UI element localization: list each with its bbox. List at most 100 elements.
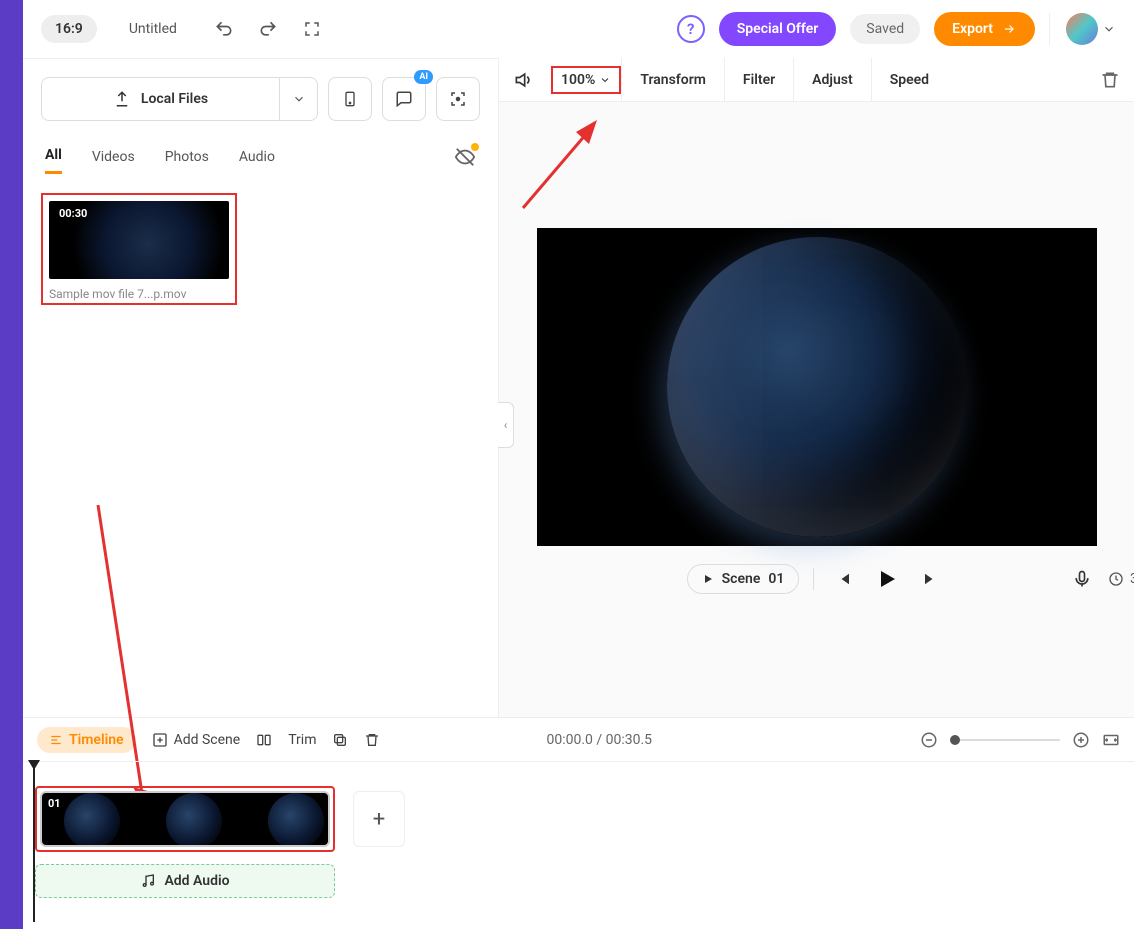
timeline-icon (49, 733, 63, 747)
scene-duration: 30.5s (1108, 571, 1134, 587)
phone-icon (342, 88, 358, 110)
fit-width-button[interactable] (1102, 731, 1120, 749)
avatar (1066, 13, 1098, 45)
tool-speed[interactable]: Speed (871, 58, 947, 102)
plus-circle-icon (1072, 731, 1090, 749)
saved-status: Saved (850, 14, 920, 44)
preview-canvas[interactable] (537, 228, 1097, 546)
local-files-dropdown[interactable] (280, 77, 318, 121)
record-voiceover-button[interactable] (1072, 569, 1092, 589)
timeline-toolbar: Timeline Add Scene Trim 00:00.0 / 00:30.… (23, 717, 1134, 761)
minus-circle-icon (920, 731, 938, 749)
add-scene-tile[interactable]: + (353, 791, 405, 847)
export-button[interactable]: Export (934, 12, 1035, 46)
preview-panel: 100% Transform Filter Adjust Speed ‹ (498, 58, 1134, 717)
upload-icon (113, 90, 131, 108)
scene-frame (268, 793, 324, 847)
zoom-value: 100% (561, 72, 595, 88)
undo-icon[interactable] (209, 14, 239, 44)
timeline-scene-number: 01 (48, 797, 61, 810)
focus-button[interactable] (436, 77, 480, 121)
prev-button[interactable] (828, 564, 858, 594)
trim-button[interactable]: Trim (288, 732, 316, 748)
export-label: Export (952, 21, 993, 37)
scene-selector[interactable]: Scene 01 (687, 564, 800, 594)
tab-all[interactable]: All (45, 139, 62, 174)
collapse-panel-tab[interactable]: ‹ (498, 402, 514, 448)
play-button[interactable] (872, 564, 902, 594)
tab-videos[interactable]: Videos (92, 141, 135, 173)
timeline-scene-highlight: 01 (35, 786, 335, 852)
local-files-button[interactable]: Local Files (41, 77, 280, 121)
duration-value: 30.5s (1130, 571, 1134, 587)
scene-label: Scene (722, 571, 761, 587)
focus-icon (449, 90, 467, 108)
tool-filter[interactable]: Filter (724, 58, 793, 102)
aspect-ratio-pill[interactable]: 16:9 (41, 15, 97, 43)
annotation-arrow-to-zoom (513, 108, 623, 218)
scene-number: 01 (768, 571, 784, 587)
media-clip-thumbnail[interactable]: 00:30 (49, 201, 229, 279)
media-panel: Local Files AI All Videos (23, 58, 498, 717)
local-files-label: Local Files (141, 91, 208, 107)
playhead[interactable] (33, 762, 35, 922)
plus-box-icon (152, 732, 168, 748)
tab-photos[interactable]: Photos (165, 141, 209, 173)
scene-frame (64, 793, 120, 847)
ai-badge: AI (414, 70, 433, 84)
timeline-scene-01[interactable]: 01 (40, 791, 330, 847)
help-icon[interactable]: ? (677, 15, 705, 43)
mic-icon (1072, 569, 1092, 589)
fit-icon (1102, 731, 1120, 749)
trash-icon (364, 732, 380, 748)
top-bar: 16:9 Untitled ? Special Offer Saved Expo… (23, 0, 1134, 58)
timeline-tab[interactable]: Timeline (37, 727, 136, 753)
mobile-preview-button[interactable] (328, 77, 372, 121)
split-icon (256, 732, 272, 748)
chevron-down-icon (1102, 22, 1116, 36)
tool-transform[interactable]: Transform (621, 58, 724, 102)
chat-icon (395, 90, 413, 108)
add-scene-label: Add Scene (174, 732, 241, 748)
account-menu[interactable] (1049, 13, 1116, 45)
music-icon (140, 873, 156, 889)
clip-filename: Sample mov file 7...p.mov (49, 287, 229, 301)
special-offer-button[interactable]: Special Offer (719, 12, 837, 46)
chevron-down-icon (599, 74, 611, 86)
add-audio-label: Add Audio (164, 873, 229, 889)
timeline-timecode: 00:00.0 / 00:30.5 (546, 732, 652, 748)
next-button[interactable] (916, 564, 946, 594)
preview-content (667, 237, 967, 537)
visibility-toggle[interactable] (454, 146, 476, 168)
timeline-track-area: 01 + Add Audio (23, 761, 1134, 929)
comment-button[interactable]: AI (382, 77, 426, 121)
chevron-down-icon (292, 92, 306, 106)
tool-adjust[interactable]: Adjust (793, 58, 871, 102)
zoom-slider[interactable] (950, 739, 1060, 741)
media-tabs: All Videos Photos Audio (23, 139, 498, 175)
zoom-out-button[interactable] (920, 731, 938, 749)
preview-toolbar: 100% Transform Filter Adjust Speed (499, 58, 1134, 102)
delete-button[interactable] (1100, 70, 1120, 90)
copy-icon (332, 732, 348, 748)
add-audio-button[interactable]: Add Audio (35, 864, 335, 898)
trim-label: Trim (288, 732, 316, 748)
delete-scene-button[interactable] (364, 732, 380, 748)
duplicate-button[interactable] (332, 732, 348, 748)
timeline-label: Timeline (69, 732, 124, 748)
volume-icon[interactable] (513, 70, 533, 90)
zoom-dropdown[interactable]: 100% (551, 66, 621, 94)
fullscreen-icon[interactable] (297, 14, 327, 44)
scene-frame (166, 793, 222, 847)
split-button[interactable] (256, 732, 272, 748)
play-icon (875, 567, 899, 591)
play-small-icon (702, 573, 714, 585)
zoom-in-button[interactable] (1072, 731, 1090, 749)
playback-bar: Scene 01 (537, 564, 1097, 594)
tab-audio[interactable]: Audio (239, 141, 275, 173)
project-title[interactable]: Untitled (129, 21, 177, 37)
skip-back-icon (834, 570, 852, 588)
arrow-right-icon (1001, 22, 1017, 36)
redo-icon[interactable] (253, 14, 283, 44)
add-scene-button[interactable]: Add Scene (152, 732, 241, 748)
